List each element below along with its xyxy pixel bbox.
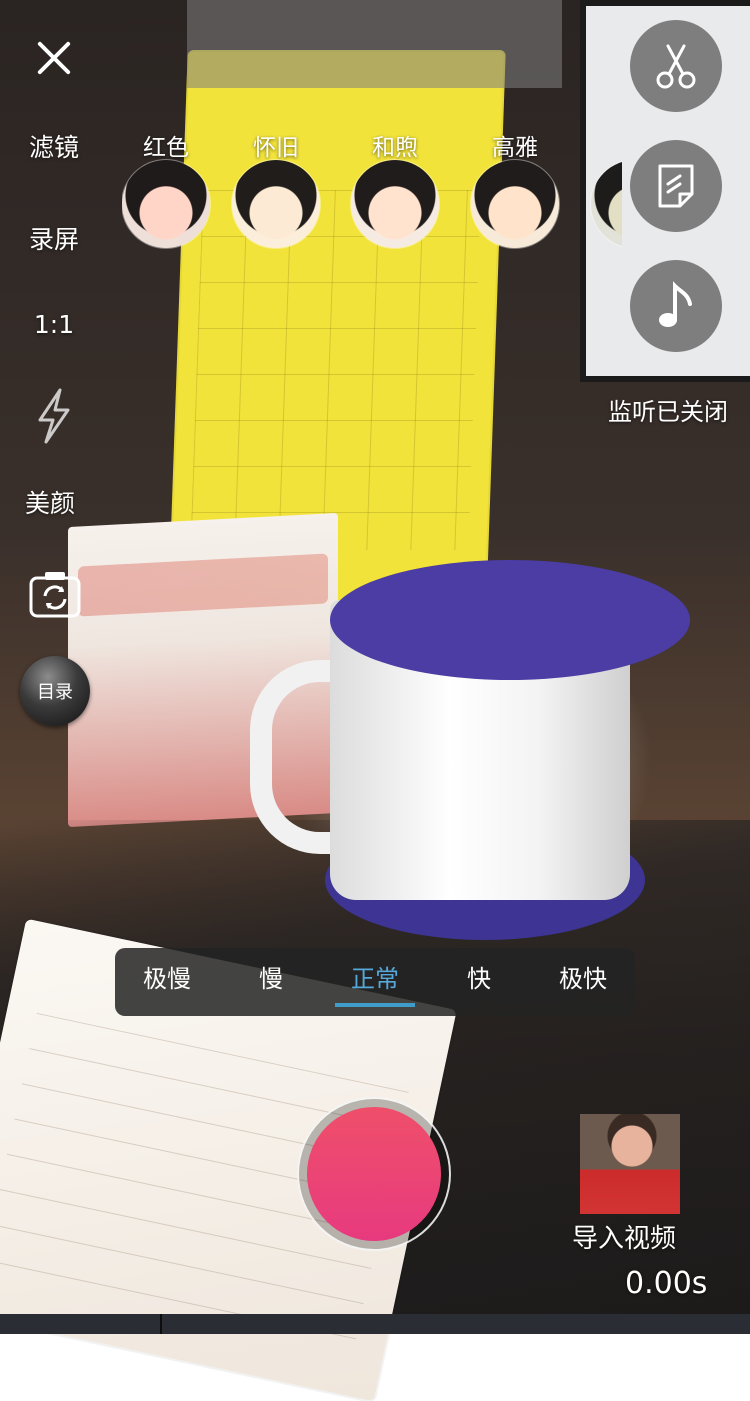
filter-preview-avatar: [471, 160, 559, 248]
record-screen-button[interactable]: 录屏: [18, 220, 90, 256]
filter-preview-avatar: [232, 160, 320, 248]
catalog-button[interactable]: 目录: [20, 656, 90, 726]
music-note-icon: [659, 281, 692, 327]
filter-label: 红色: [143, 135, 189, 161]
camera-flip-icon[interactable]: [28, 568, 82, 620]
filter-label: 怀旧: [253, 135, 299, 161]
aspect-ratio-button[interactable]: 1:1: [18, 310, 90, 339]
top-overlay-bar: [187, 0, 562, 88]
record-progress-marker: [160, 1314, 162, 1334]
close-icon[interactable]: [30, 34, 78, 82]
scissors-button[interactable]: [630, 20, 722, 112]
filter-item-red[interactable]: 红色: [122, 128, 210, 248]
filter-item-elegant[interactable]: 高雅: [471, 128, 559, 248]
speed-option-fast[interactable]: 快: [427, 948, 531, 1016]
record-timer: 0.00s: [625, 1266, 708, 1301]
filter-label: 青: [591, 128, 622, 158]
filter-toggle-button[interactable]: 滤镜: [18, 128, 90, 164]
filter-item-warm[interactable]: 和煦: [351, 128, 439, 248]
filter-label: 高雅: [492, 135, 538, 161]
filter-item-cyan[interactable]: 青: [591, 128, 622, 248]
speed-selected-underline: [335, 1003, 415, 1007]
speed-option-slow[interactable]: 慢: [219, 948, 323, 1016]
scene-mug-lid: [330, 560, 690, 680]
filter-label: 和煦: [372, 135, 418, 161]
scissors-icon: [656, 44, 696, 89]
note-button[interactable]: [630, 140, 722, 232]
filter-preview-avatar: [122, 160, 210, 248]
monitor-status-text: 监听已关闭: [608, 398, 728, 426]
beauty-button[interactable]: 美颜: [14, 484, 86, 520]
speed-option-very-slow[interactable]: 极慢: [115, 948, 219, 1016]
speed-option-very-fast[interactable]: 极快: [531, 948, 635, 1016]
filter-preview-avatar: [351, 160, 439, 248]
filter-strip: 红色 怀旧 和煦 高雅 青: [122, 128, 622, 253]
music-button[interactable]: [630, 260, 722, 352]
note-edit-icon: [658, 164, 694, 208]
import-video-label[interactable]: 导入视频: [572, 1218, 676, 1255]
filter-item-nostalgia[interactable]: 怀旧: [232, 128, 320, 248]
record-button[interactable]: [307, 1107, 441, 1241]
speed-selector: 极慢 慢 正常 快 极快: [115, 948, 635, 1016]
filter-preview-avatar: [591, 160, 622, 248]
catalog-label: 目录: [37, 682, 73, 703]
import-video-thumbnail[interactable]: [580, 1114, 680, 1214]
record-progress-track: [0, 1314, 750, 1334]
lightning-icon[interactable]: [34, 388, 74, 444]
